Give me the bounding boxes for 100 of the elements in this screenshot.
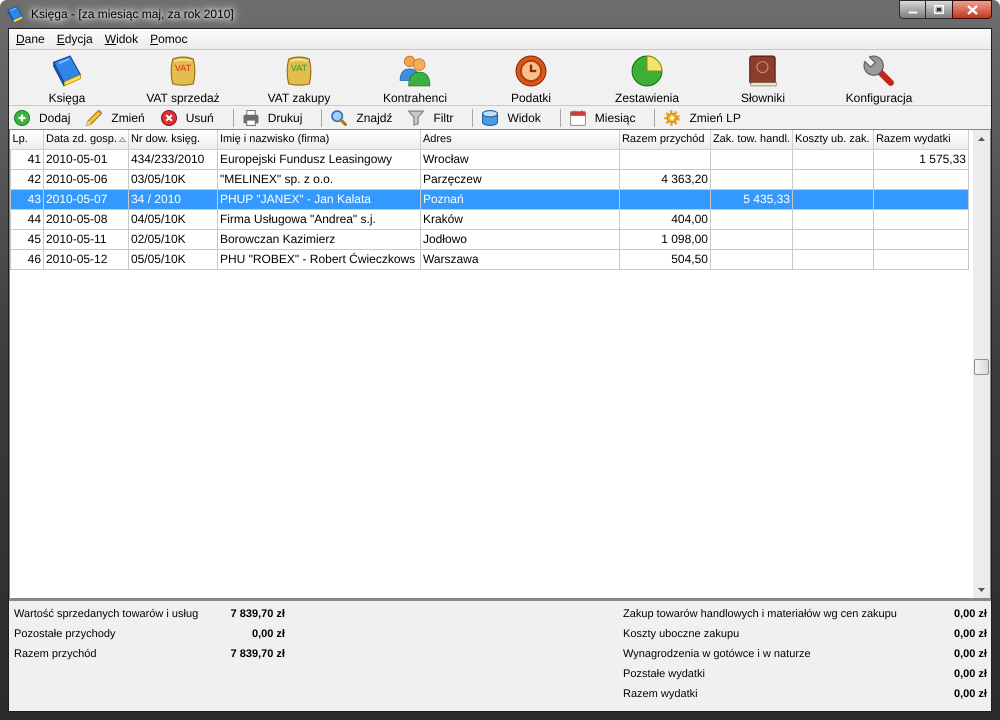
table-cell: Jodłowo: [420, 229, 620, 249]
book-icon: [7, 6, 23, 22]
people-icon: [399, 55, 431, 87]
minimize-button[interactable]: [899, 0, 926, 19]
module-button[interactable]: VAT VAT sprzedaż: [125, 50, 241, 106]
summary-value: 7 839,70 zł: [230, 606, 285, 622]
sack-label: VAT: [290, 64, 308, 73]
summary-label: Pozostałe przychody: [14, 626, 116, 642]
module-button[interactable]: Podatki: [473, 50, 589, 106]
table-row[interactable]: 45 2010-05-11 02/05/10K Borowczan Kazimierz Jodłowo 1 098,00: [10, 229, 968, 249]
table-cell: 504,50: [619, 249, 710, 269]
scrollbar[interactable]: [973, 130, 990, 598]
summary-value: 0,00 zł: [954, 686, 987, 702]
module-button[interactable]: Zestawienia: [589, 50, 705, 106]
toolbar-button[interactable]: Zmień LP: [661, 106, 744, 128]
close-icon: [966, 4, 978, 14]
table-cell: 04/05/10K: [128, 209, 218, 229]
table-cell: PHU "ROBEX" - Robert Ćwieczkows: [217, 249, 420, 269]
table-cell: 34 / 2010: [128, 189, 218, 209]
summary-value: 0,00 zł: [954, 646, 987, 662]
table-cell: Kraków: [420, 209, 620, 229]
toolbar-button[interactable]: Filtr: [405, 106, 456, 128]
module-button[interactable]: Księga: [9, 50, 125, 106]
table-cell: 4 363,20: [619, 169, 710, 189]
cylinder-icon: [482, 110, 498, 126]
table-cell: "MELINEX" sp. z o.o.: [217, 169, 420, 189]
table-cell: 2010-05-01: [44, 149, 128, 169]
minimize-icon: [908, 11, 918, 14]
module-button[interactable]: VAT VAT zakupy: [241, 50, 357, 106]
table-cell: Poznań: [420, 189, 620, 209]
maximize-icon: [934, 5, 944, 14]
column-header[interactable]: Data zd. gosp.: [44, 130, 128, 149]
calendar-icon: [570, 110, 586, 126]
table-cell: 42: [10, 169, 44, 189]
table-cell: Europejski Fundusz Leasingowy: [217, 149, 420, 169]
sack-label: VAT: [174, 64, 192, 73]
column-header[interactable]: Lp.: [10, 130, 44, 149]
column-header[interactable]: Adres: [420, 130, 620, 149]
table-cell: 2010-05-07: [44, 189, 128, 209]
delete-icon: [160, 110, 177, 126]
module-button[interactable]: Kontrahenci: [357, 50, 473, 106]
menu-item[interactable]: Dane: [10, 29, 51, 49]
wrench-icon: [863, 55, 895, 87]
summary-label: Zakup towarów handlowych i materiałów wg cen zakupu: [623, 606, 897, 622]
table-cell: 2010-05-08: [44, 209, 128, 229]
close-button[interactable]: [952, 0, 992, 19]
table-cell: 02/05/10K: [128, 229, 218, 249]
column-header[interactable]: Razem wydatki: [873, 130, 968, 149]
table-row[interactable]: 46 2010-05-12 05/05/10K PHU "ROBEX" - Robert Ćwieczkows Warszawa 504,50: [10, 249, 968, 269]
column-header[interactable]: Razem przychód: [619, 130, 710, 149]
table-cell: 2010-05-06: [44, 169, 128, 189]
table-cell: 44: [10, 209, 44, 229]
summary-label: Pozstałe wydatki: [623, 666, 705, 682]
table-cell: 1 575,33: [873, 149, 968, 169]
clock-icon: [515, 55, 547, 87]
summary-value: 7 839,70 zł: [230, 646, 285, 662]
maximize-button[interactable]: [926, 0, 952, 19]
filter-icon: [408, 110, 424, 126]
gear-icon: [664, 110, 680, 126]
column-header[interactable]: Koszty ub. zak.: [792, 130, 874, 149]
column-header[interactable]: Zak. tow. handl.: [710, 130, 792, 149]
table-cell: 1 098,00: [619, 229, 710, 249]
toolbar-button[interactable]: Widok: [479, 106, 544, 128]
toolbar-button[interactable]: Zmień: [83, 106, 148, 128]
window-title: Księga - [za miesiąc maj, za rok 2010]: [30, 6, 235, 23]
toolbar-button[interactable]: Dodaj: [11, 106, 74, 128]
module-button[interactable]: Konfiguracja: [821, 50, 937, 106]
toolbar-button[interactable]: Miesiąc: [566, 106, 638, 128]
toolbar-button[interactable]: Usuń: [158, 106, 217, 128]
table-cell: 2010-05-11: [44, 229, 128, 249]
printer-icon: [242, 110, 259, 126]
table-cell: Firma Usługowa "Andrea" s.j.: [217, 209, 420, 229]
summary-label: Razem wydatki: [623, 686, 698, 702]
table-cell: 404,00: [619, 209, 710, 229]
summary-value: 0,00 zł: [252, 626, 285, 642]
scrollbar-thumb[interactable]: [974, 359, 989, 375]
column-header[interactable]: Nr dow. księg.: [128, 130, 218, 149]
caret-down-icon: [978, 588, 985, 592]
table-cell: 43: [10, 189, 44, 209]
toolbar-button[interactable]: Znajdź: [328, 106, 396, 128]
table-cell: Borowczan Kazimierz: [217, 229, 420, 249]
summary-label: Razem przychód: [14, 646, 97, 662]
menu-item[interactable]: Widok: [98, 29, 144, 49]
column-header[interactable]: Imię i nazwisko (firma): [217, 130, 420, 149]
table-cell: 5 435,33: [710, 189, 792, 209]
search-icon: [331, 110, 348, 126]
table-cell: 434/233/2010: [128, 149, 218, 169]
menu-item[interactable]: Edycja: [50, 29, 99, 49]
module-button[interactable]: Słowniki: [705, 50, 821, 106]
pie-chart-icon: [631, 55, 663, 87]
book-icon: [747, 55, 779, 87]
toolbar-button[interactable]: Drukuj: [240, 106, 306, 128]
menu-item[interactable]: Pomoc: [144, 29, 194, 49]
table-cell: 46: [10, 249, 44, 269]
table-row[interactable]: 42 2010-05-06 03/05/10K "MELINEX" sp. z o.o. Parzęczew 4 363,20: [10, 169, 968, 189]
table-row[interactable]: 41 2010-05-01 434/233/2010 Europejski Fundusz Leasingowy Wrocław 1 575,33: [10, 149, 968, 169]
add-icon: [14, 110, 30, 126]
table-row[interactable]: 44 2010-05-08 04/05/10K Firma Usługowa "Andrea" s.j. Kraków 404,00: [10, 209, 968, 229]
summary-label: Koszty uboczne zakupu: [623, 626, 740, 642]
table-cell: Wrocław: [420, 149, 620, 169]
